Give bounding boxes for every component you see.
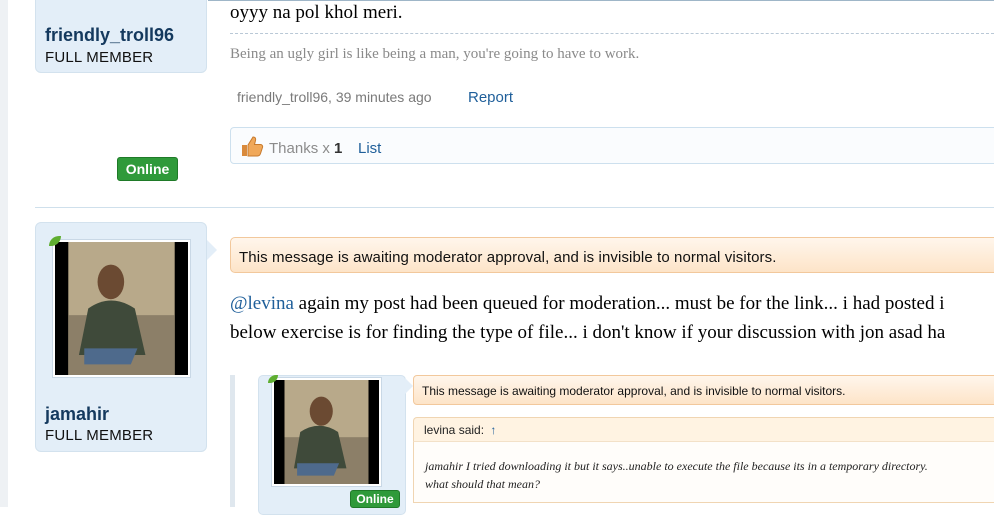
username-link[interactable]: friendly_troll96 — [45, 25, 174, 46]
nested-user-pointer — [405, 378, 413, 394]
post-message-line: below exercise is for finding the type o… — [230, 322, 946, 343]
signature-divider — [230, 33, 994, 34]
user-signature: Being an ugly girl is like being a man, … — [230, 46, 640, 62]
quote-header: levina said: ↑ — [413, 417, 994, 441]
quote-content: jamahir I tried downloading it but it sa… — [413, 441, 994, 503]
online-status-badge: Online — [117, 157, 178, 181]
post-user-info: friendly_troll96 FULL MEMBER — [35, 0, 207, 73]
username-link[interactable]: jamahir — [45, 404, 109, 425]
post-message-line: @levina again my post had been queued fo… — [230, 293, 945, 315]
moderation-notice: This message is awaiting moderator appro… — [230, 237, 994, 273]
post-user-info: jamahir FULL MEMBER — [35, 222, 207, 452]
report-link[interactable]: Report — [468, 89, 513, 106]
thanks-bar — [230, 127, 994, 164]
nested-moderation-notice: This message is awaiting moderator appro… — [413, 375, 994, 405]
mention-link[interactable]: @levina — [230, 293, 294, 314]
post-message: oyyy na pol khol meri. — [230, 2, 403, 23]
avatar-image — [274, 380, 379, 484]
thanks-count-label: Thanks x 1 — [269, 140, 342, 157]
quote-line: what should that mean? — [425, 477, 541, 491]
thanks-count: 1 — [334, 140, 343, 157]
thanks-list-link[interactable]: List — [358, 140, 381, 157]
post-message-text: again my post had been queued for modera… — [293, 293, 945, 314]
post-meta: friendly_troll96, 39 minutes ago — [237, 89, 432, 105]
nested-avatar[interactable] — [271, 377, 382, 487]
jump-to-quote-icon[interactable]: ↑ — [490, 423, 496, 437]
thanks-prefix: Thanks x — [269, 140, 330, 157]
top-divider — [208, 0, 994, 1]
avatar[interactable] — [52, 239, 191, 378]
quote-author: levina said: — [424, 423, 485, 437]
thumbs-up-icon — [240, 135, 264, 162]
avatar-image — [55, 242, 188, 375]
online-status-badge: Online — [350, 490, 400, 508]
post-separator — [35, 207, 994, 208]
user-title: FULL MEMBER — [45, 49, 154, 66]
nested-post-indent-bar — [230, 375, 235, 507]
page-left-gutter — [0, 0, 8, 507]
user-block-pointer — [207, 240, 217, 260]
quote-line: jamahir I tried downloading it but it sa… — [425, 459, 928, 473]
user-title: FULL MEMBER — [45, 427, 154, 444]
